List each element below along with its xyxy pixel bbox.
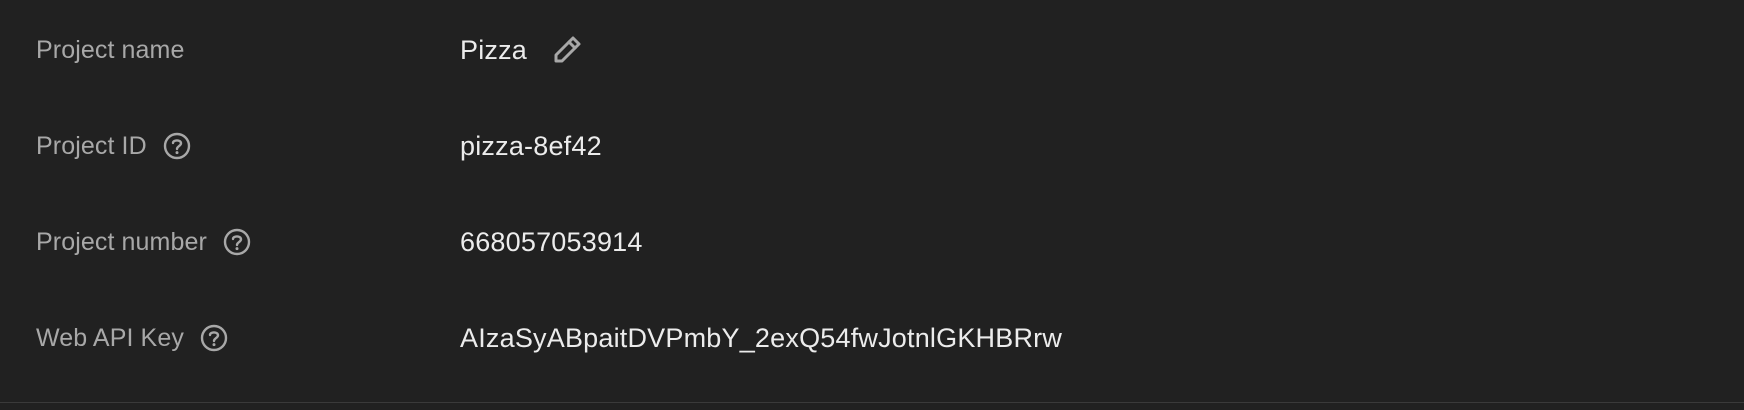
project-id-label: Project ID: [36, 131, 147, 160]
project-number-row: Project number 668057053914: [0, 194, 1744, 290]
project-id-value-cell: pizza-8ef42: [460, 98, 602, 194]
project-name-value: Pizza: [460, 34, 528, 65]
help-circle-icon[interactable]: [162, 131, 192, 161]
help-circle-icon[interactable]: [199, 323, 229, 353]
project-name-row: Project name Pizza: [0, 2, 1744, 98]
project-id-value: pizza-8ef42: [460, 130, 602, 161]
bottom-divider: [0, 402, 1744, 403]
web-api-key-value[interactable]: AIzaSyABpaitDVPmbY_2exQ54fwJotnlGKHBRrw: [460, 323, 1062, 354]
question-mark-icon: [163, 132, 190, 160]
question-mark-icon: [223, 228, 251, 256]
project-id-label-cell: Project ID: [36, 98, 192, 194]
pencil-icon: [554, 36, 581, 63]
web-api-key-label-cell: Web API Key: [36, 290, 229, 386]
project-name-label-cell: Project name: [36, 2, 185, 98]
edit-icon[interactable]: [547, 30, 587, 70]
web-api-key-value-cell: AIzaSyABpaitDVPmbY_2exQ54fwJotnlGKHBRrw: [460, 290, 1062, 386]
project-number-label-cell: Project number: [36, 194, 252, 290]
project-settings-panel: Project name Pizza Project ID pizza-8ef4…: [0, 0, 1744, 410]
help-circle-icon[interactable]: [222, 227, 252, 257]
web-api-key-label: Web API Key: [36, 323, 184, 352]
project-number-value-cell: 668057053914: [460, 194, 643, 290]
project-number-value: 668057053914: [460, 226, 643, 257]
project-name-value-cell: Pizza: [460, 2, 587, 98]
project-number-label: Project number: [36, 227, 207, 256]
project-name-label: Project name: [36, 35, 185, 64]
project-id-row: Project ID pizza-8ef42: [0, 98, 1744, 194]
web-api-key-row: Web API Key AIzaSyABpaitDVPmbY_2exQ54fwJ…: [0, 290, 1744, 386]
question-mark-icon: [200, 324, 228, 352]
